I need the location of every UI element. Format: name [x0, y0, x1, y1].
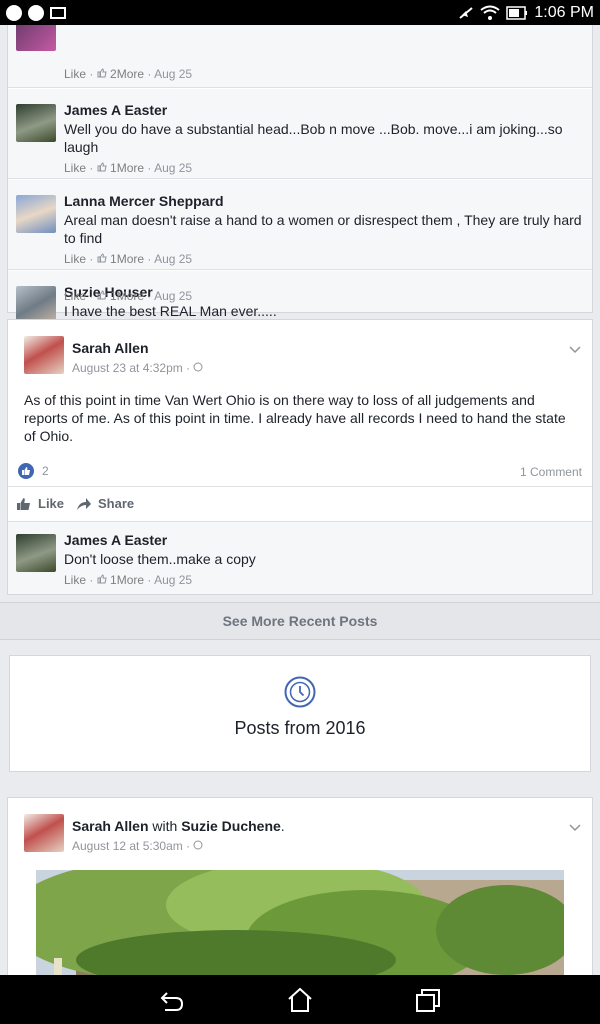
see-more-recent-posts-button[interactable]: See More Recent Posts: [0, 602, 600, 640]
reactions-link[interactable]: 1More: [110, 252, 144, 266]
post-date[interactable]: August 23 at 4:32pm ·: [72, 361, 203, 375]
comment-meta: Like · 1More · Aug 25: [64, 573, 193, 587]
comment-meta: Like · 1More · Aug 25: [64, 161, 193, 175]
status-bar: 1:06 PM: [0, 0, 600, 25]
home-icon[interactable]: [287, 987, 313, 1013]
messenger-icon: [6, 4, 22, 21]
thumbs-up-icon: [97, 253, 107, 263]
like-link[interactable]: Like: [64, 252, 86, 266]
avatar[interactable]: [16, 195, 56, 233]
reactions-link[interactable]: 2More: [110, 67, 144, 81]
system-nav-bar: [0, 975, 600, 1024]
wifi-icon: [480, 5, 501, 20]
clock-icon: [284, 676, 316, 708]
chevron-down-icon[interactable]: [568, 820, 582, 834]
like-link[interactable]: Like: [64, 161, 86, 175]
share-icon: [77, 497, 91, 510]
tagged-user[interactable]: Suzie Duchene: [181, 818, 281, 834]
comment-item: James A Easter Don't loose them..make a …: [8, 522, 592, 594]
recent-apps-icon[interactable]: [415, 987, 441, 1013]
comment-text: Well you do have a substantial head...Bo…: [64, 121, 563, 155]
share-label: Share: [98, 496, 135, 511]
comment-date: Aug 25: [154, 161, 193, 175]
like-link[interactable]: Like: [64, 67, 86, 81]
post-date-text: August 12 at 5:30am: [72, 839, 183, 853]
comment-item: Like · 2More · Aug 25: [8, 25, 592, 88]
battery-icon: [506, 5, 528, 20]
post-author-line: Sarah Allen with Suzie Duchene.: [72, 818, 285, 834]
period-text: .: [280, 818, 285, 834]
avatar[interactable]: [16, 25, 56, 51]
with-text: with: [152, 818, 178, 834]
news-feed[interactable]: Like · 2More · Aug 25 James A Easter Wel…: [0, 25, 600, 975]
comment-meta: Like · 2More · Aug 25: [64, 67, 193, 81]
share-button[interactable]: Share: [76, 496, 134, 511]
post-text: As of this point in time Van Wert Ohio i…: [24, 392, 566, 444]
globe-icon: [193, 840, 203, 850]
notification-icons: [6, 4, 66, 21]
thumbs-up-icon: [17, 497, 30, 510]
author-avatar[interactable]: [24, 814, 64, 852]
author-avatar[interactable]: [24, 336, 64, 374]
globe-icon: [193, 362, 203, 372]
comments-card: Like · 2More · Aug 25 James A Easter Wel…: [7, 25, 593, 324]
comment-date: Aug 25: [154, 573, 193, 587]
comment-author[interactable]: James A Easter: [64, 532, 167, 548]
post-date-text: August 23 at 4:32pm: [72, 361, 183, 375]
comment-text: Areal man doesn't raise a hand to a wome…: [64, 212, 582, 246]
thumbs-up-icon: [97, 290, 107, 300]
reactions-link[interactable]: 1More: [110, 573, 144, 587]
reactions-link[interactable]: 1More: [110, 161, 144, 175]
comment-author[interactable]: Lanna Mercer Sheppard: [64, 193, 224, 209]
chevron-down-icon[interactable]: [568, 342, 582, 356]
thumbs-up-icon: [97, 574, 107, 584]
comment-meta: Like · 1More · Aug 25: [64, 289, 193, 303]
year-section-title: Posts from 2016: [234, 718, 366, 738]
clock: 1:06 PM: [534, 3, 594, 21]
like-count: 2: [42, 464, 49, 478]
like-button[interactable]: Like: [16, 496, 64, 511]
comment-date: Aug 25: [154, 252, 193, 266]
post-author[interactable]: Sarah Allen: [72, 340, 149, 356]
post-card: Sarah Allen with Suzie Duchene. August 1…: [7, 797, 593, 975]
back-icon[interactable]: [159, 987, 185, 1013]
year-section-card[interactable]: Posts from 2016: [9, 655, 591, 772]
comment-author[interactable]: James A Easter: [64, 102, 167, 118]
post-date[interactable]: August 12 at 5:30am ·: [72, 839, 203, 853]
like-reaction-icon: [18, 463, 34, 479]
post-photo[interactable]: [36, 870, 564, 975]
mute-icon: [459, 6, 474, 19]
comment-meta: Like · 1More · Aug 25: [64, 252, 193, 266]
thumbs-up-icon: [97, 162, 107, 172]
comments-count[interactable]: 1 Comment: [520, 465, 582, 479]
comment-item: Lanna Mercer Sheppard Areal man doesn't …: [8, 180, 592, 270]
comment-text: Don't loose them..make a copy: [64, 551, 256, 567]
avatar[interactable]: [16, 104, 56, 142]
reactions-link[interactable]: 1More: [110, 289, 144, 303]
avatar[interactable]: [16, 534, 56, 572]
like-label: Like: [38, 496, 65, 511]
thumbs-up-icon: [97, 68, 107, 78]
divider: [8, 486, 592, 487]
messenger-icon: [28, 4, 44, 21]
comment-date: Aug 25: [154, 289, 193, 303]
like-link[interactable]: Like: [64, 573, 86, 587]
post-author[interactable]: Sarah Allen: [72, 818, 149, 834]
comment-item: James A Easter Well you do have a substa…: [8, 89, 592, 179]
comment-text: I have the best REAL Man ever.....: [64, 303, 277, 319]
like-link[interactable]: Like: [64, 289, 86, 303]
system-icons: 1:06 PM: [458, 4, 594, 22]
post-card: Sarah Allen August 23 at 4:32pm · As of …: [7, 319, 593, 595]
gallery-icon: [50, 6, 66, 19]
comment-date: Aug 25: [154, 67, 193, 81]
reaction-summary[interactable]: 2: [18, 463, 49, 479]
